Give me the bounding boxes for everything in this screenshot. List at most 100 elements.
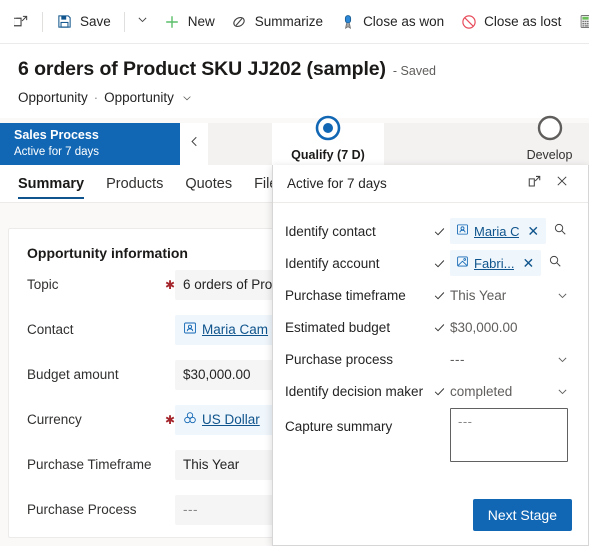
remove-lookup-icon[interactable]: ✕	[519, 255, 537, 272]
record-header: 6 orders of Product SKU JJ202 (sample) -…	[0, 44, 589, 118]
save-label: Save	[80, 14, 111, 29]
field-purchase-process-label: Purchase Process	[27, 502, 175, 517]
checkmark-icon	[428, 385, 450, 398]
process-status: Active for 7 days	[14, 146, 100, 158]
flyout-field-identify-account-control[interactable]: Fabri... ✕	[450, 250, 574, 276]
field-currency: Currency ✱ US Dollar	[9, 398, 289, 441]
flyout-header-title: Active for 7 days	[287, 176, 387, 191]
currency-icon	[183, 411, 197, 428]
field-contact-value: Maria Cam	[202, 322, 269, 337]
form-selector-chevron-down-icon[interactable]	[181, 92, 193, 104]
save-icon	[56, 13, 73, 30]
required-asterisk-icon: ✱	[164, 412, 175, 427]
new-button[interactable]: New	[156, 6, 223, 38]
search-icon	[548, 254, 562, 273]
trophy-icon	[339, 13, 356, 30]
stage-develop-label: Develop	[526, 148, 573, 162]
field-currency-value: US Dollar	[202, 412, 260, 427]
flyout-field-identify-decision-maker-value: completed	[450, 383, 513, 399]
recalculate-button[interactable]: Rec	[569, 6, 589, 38]
close-as-lost-button[interactable]: Close as lost	[452, 6, 569, 38]
flyout-field-purchase-timeframe-label: Purchase timeframe	[285, 287, 406, 303]
checkmark-icon	[428, 257, 450, 270]
flyout-field-estimated-budget-label: Estimated budget	[285, 319, 391, 335]
flyout-body: Identify contact Maria C ✕ Identify acco…	[273, 203, 588, 462]
flyout-field-purchase-timeframe: Purchase timeframe This Year	[285, 279, 574, 311]
stage-qualify[interactable]: Qualify (7 D)	[272, 115, 384, 165]
tab-products[interactable]: Products	[106, 165, 163, 203]
contact-icon	[183, 321, 197, 338]
flyout-field-identify-decision-maker-label: Identify decision maker	[285, 383, 424, 399]
open-in-new-window-button[interactable]	[6, 6, 37, 38]
flyout-field-estimated-budget: Estimated budget $30,000.00	[285, 311, 574, 343]
stage-develop[interactable]: Develop	[510, 115, 589, 165]
next-stage-button[interactable]: Next Stage	[472, 499, 572, 531]
field-currency-label: Currency ✱	[27, 412, 175, 427]
chevron-down-icon[interactable]	[550, 385, 574, 398]
field-contact-label-text: Contact	[27, 322, 74, 337]
process-name-block[interactable]: Sales Process Active for 7 days	[0, 123, 180, 165]
tab-summary[interactable]: Summary	[18, 165, 85, 203]
save-options-button[interactable]	[130, 7, 156, 37]
summarize-label: Summarize	[254, 14, 324, 29]
checkmark-icon	[428, 225, 450, 238]
breadcrumb-form[interactable]: Opportunity	[104, 90, 174, 105]
flyout-field-identify-account-label: Identify account	[285, 255, 380, 271]
chevron-down-icon[interactable]	[550, 289, 574, 302]
field-topic-label-text: Topic	[27, 277, 59, 292]
field-purchase-timeframe: Purchase Timeframe This Year	[9, 443, 289, 486]
flyout-field-identify-contact-control[interactable]: Maria C ✕	[450, 218, 574, 244]
process-name: Sales Process	[14, 128, 99, 142]
command-separator-2	[123, 11, 125, 32]
flyout-field-estimated-budget-control[interactable]: $30,000.00	[450, 320, 574, 335]
stage-flyout-panel: Active for 7 days Identify contact Maria…	[272, 165, 589, 546]
field-topic-label: Topic ✱	[27, 277, 175, 292]
capture-summary-textarea[interactable]: ---	[450, 408, 568, 462]
breadcrumb: Opportunity · Opportunity	[18, 90, 589, 105]
field-currency-label-text: Currency	[27, 412, 82, 427]
flyout-close-button[interactable]	[548, 170, 576, 198]
flyout-field-capture-summary-label: Capture summary	[285, 419, 393, 434]
flyout-field-identify-decision-maker-control[interactable]: completed	[450, 384, 574, 399]
prohibited-icon	[460, 13, 477, 30]
flyout-expand-button[interactable]	[520, 170, 548, 198]
lookup-search-button[interactable]	[546, 222, 574, 241]
stage-upcoming-marker-icon	[536, 114, 564, 147]
save-button[interactable]: Save	[48, 6, 119, 38]
flyout-field-purchase-process-control[interactable]: ---	[450, 352, 574, 367]
process-collapse-button[interactable]	[180, 123, 208, 165]
flyout-field-purchase-process-label: Purchase process	[285, 351, 394, 367]
field-budget-amount-label: Budget amount	[27, 367, 175, 382]
flyout-field-estimated-budget-value: $30,000.00	[450, 319, 518, 335]
field-budget-amount-label-text: Budget amount	[27, 367, 119, 382]
field-contact-label: Contact	[27, 322, 175, 337]
opportunity-information-card: Opportunity information Topic ✱ 6 orders…	[8, 228, 290, 538]
saved-status: - Saved	[392, 64, 436, 78]
lookup-search-button[interactable]	[541, 254, 569, 273]
lookup-chip-text: Maria C	[474, 223, 520, 239]
summarize-button[interactable]: Summarize	[223, 6, 331, 38]
lookup-chip[interactable]: Maria C ✕	[450, 218, 547, 244]
field-topic: Topic ✱ 6 orders of Pro	[9, 263, 289, 306]
flyout-field-identify-account: Identify account Fabri... ✕	[285, 247, 574, 279]
flyout-field-identify-decision-maker: Identify decision maker completed	[285, 375, 574, 407]
breadcrumb-entity[interactable]: Opportunity	[18, 90, 88, 105]
remove-lookup-icon[interactable]: ✕	[524, 223, 542, 240]
command-bar: Save New Summarize Close as won Close as…	[0, 0, 589, 44]
field-purchase-process-value: ---	[183, 502, 198, 517]
title-row: 6 orders of Product SKU JJ202 (sample) -…	[18, 58, 589, 81]
flyout-field-purchase-timeframe-control[interactable]: This Year	[450, 288, 574, 303]
new-label: New	[187, 14, 215, 29]
field-purchase-process-label-text: Purchase Process	[27, 502, 137, 517]
chevron-down-icon[interactable]	[550, 353, 574, 366]
field-contact: Contact Maria Cam	[9, 308, 289, 351]
contact-icon	[456, 223, 469, 239]
flyout-field-purchase-timeframe-value: This Year	[450, 287, 507, 303]
open-in-new-window-icon	[13, 13, 30, 30]
checkmark-icon	[428, 321, 450, 334]
tab-quotes[interactable]: Quotes	[185, 165, 232, 203]
flyout-header: Active for 7 days	[273, 165, 588, 203]
close-as-won-button[interactable]: Close as won	[331, 6, 452, 38]
stage-qualify-label: Qualify (7 D)	[291, 148, 365, 162]
lookup-chip[interactable]: Fabri... ✕	[450, 250, 542, 276]
